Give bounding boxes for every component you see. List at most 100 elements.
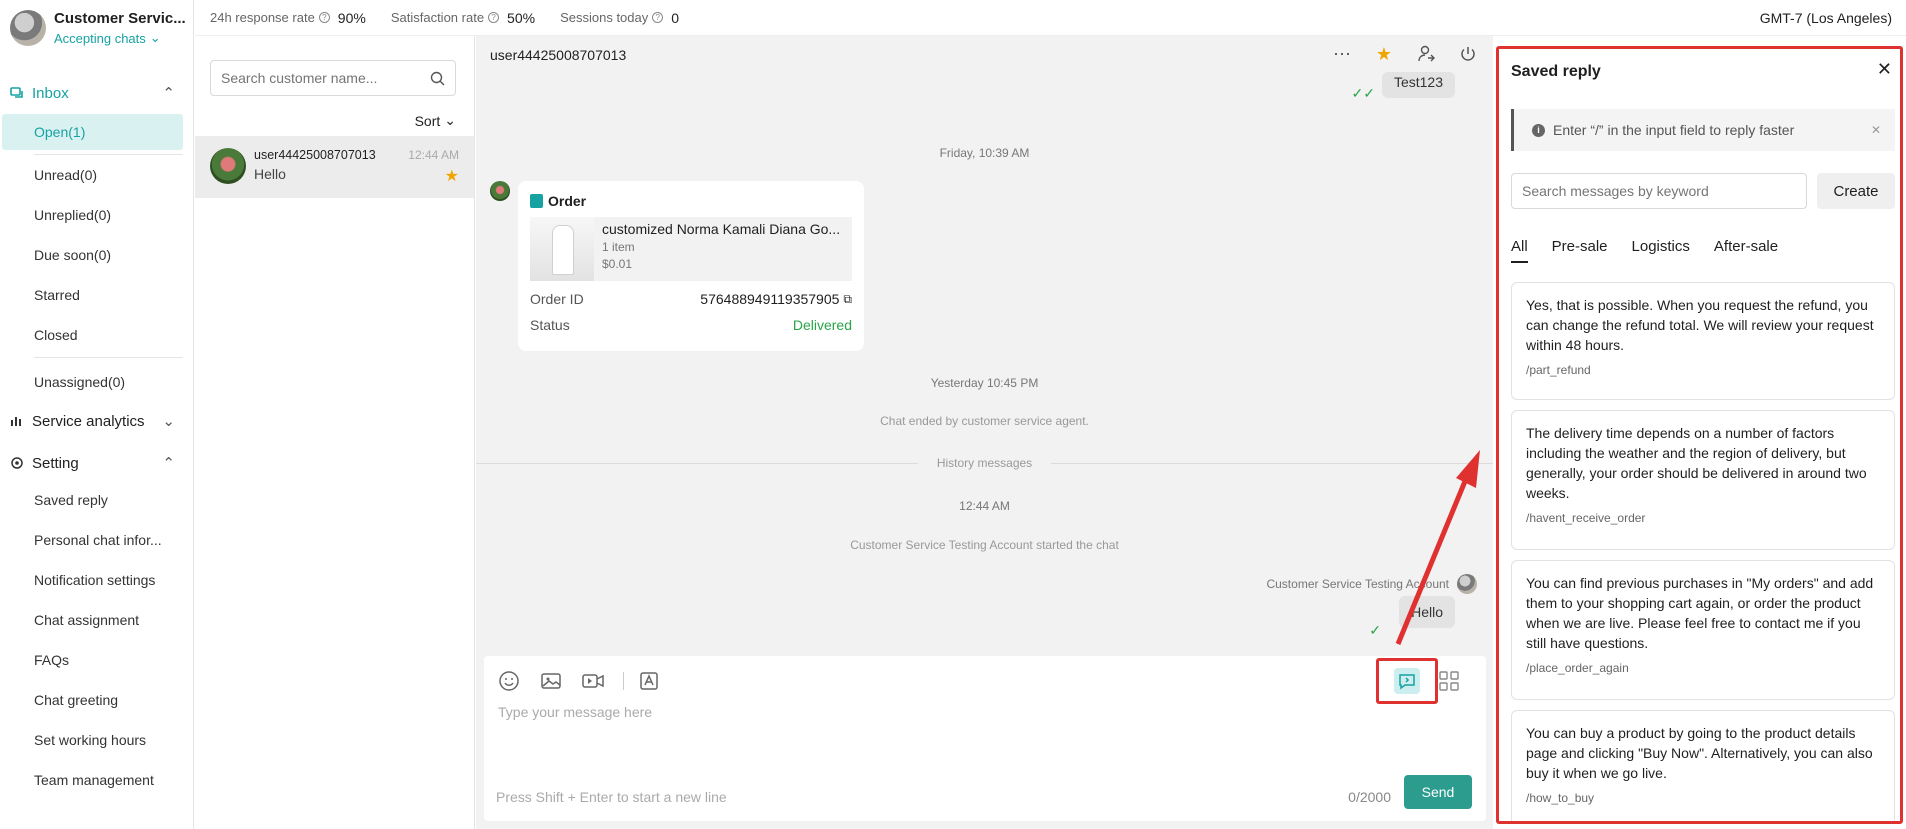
create-button[interactable]: Create: [1817, 173, 1895, 209]
nav-item-unread[interactable]: Unread(0): [0, 155, 193, 195]
send-button[interactable]: Send: [1404, 775, 1472, 809]
nav-item-faqs[interactable]: FAQs: [0, 640, 193, 680]
conversation-item[interactable]: user44425008707013 12:44 AM Hello ★: [195, 136, 474, 198]
metric-value: 50%: [507, 9, 536, 26]
nav-item-chat-greeting[interactable]: Chat greeting: [0, 680, 193, 720]
message-bubble: Hello: [1399, 596, 1455, 628]
video-icon[interactable]: [580, 668, 606, 694]
star-icon: ★: [444, 168, 459, 185]
tab-after-sale[interactable]: After-sale: [1714, 238, 1778, 263]
transfer-user-icon[interactable]: [1415, 43, 1437, 65]
chevron-up-icon: ⌃: [162, 85, 175, 102]
top-bar: 24h response rate ? 90% Satisfaction rat…: [195, 0, 1906, 36]
product-name: customized Norma Kamali Diana Go...: [602, 221, 841, 237]
nav-item-closed[interactable]: Closed: [0, 315, 193, 355]
nav-service-analytics[interactable]: Service analytics ⌄: [0, 404, 193, 438]
emoji-icon[interactable]: [496, 668, 522, 694]
customer-search-input[interactable]: [221, 70, 411, 86]
divider: [34, 357, 183, 358]
gear-icon: [11, 457, 23, 469]
nav-item-open[interactable]: Open(1): [2, 114, 183, 150]
nav-analytics-label: Service analytics: [32, 412, 145, 430]
analytics-icon: [11, 417, 21, 426]
saved-reply-search-input[interactable]: [1511, 173, 1807, 209]
avatar: [10, 10, 46, 46]
more-icon[interactable]: ⋯: [1331, 43, 1353, 65]
status-label: Status: [530, 317, 570, 333]
nav-item-unassigned[interactable]: Unassigned(0): [0, 362, 193, 402]
reply-shortcut: /part_refund: [1526, 363, 1591, 377]
reply-card[interactable]: Yes, that is possible. When you request …: [1511, 282, 1895, 400]
message-composer: Type your message here Press Shift + Ent…: [484, 656, 1486, 821]
reply-shortcut: /place_order_again: [1526, 661, 1629, 675]
profile[interactable]: Customer Servic... Accepting chats ⌄: [0, 0, 193, 56]
reply-list: Yes, that is possible. When you request …: [1511, 282, 1895, 821]
nav-item-starred[interactable]: Starred: [0, 275, 193, 315]
help-icon[interactable]: ?: [652, 12, 664, 23]
message-input[interactable]: Type your message here: [498, 704, 652, 720]
nav-item-team-management[interactable]: Team management: [0, 760, 193, 800]
tab-logistics[interactable]: Logistics: [1632, 238, 1690, 263]
conversation-name: user44425008707013: [254, 148, 376, 162]
metric-value: 90%: [337, 9, 366, 26]
metric-label: Sessions today: [560, 10, 649, 25]
reply-card[interactable]: You can buy a product by going to the pr…: [1511, 710, 1895, 821]
reply-shortcut: /how_to_buy: [1526, 791, 1595, 805]
search-icon[interactable]: [430, 71, 445, 86]
reply-card[interactable]: The delivery time depends on a number of…: [1511, 410, 1895, 550]
metric-satisfaction-rate: Satisfaction rate ? 50%: [391, 10, 535, 26]
nav-inbox[interactable]: Inbox ⌃: [0, 76, 193, 110]
order-title: Order: [548, 193, 587, 209]
timestamp: Yesterday 10:45 PM: [930, 376, 1039, 390]
tab-all[interactable]: All: [1511, 238, 1528, 263]
close-icon[interactable]: ✕: [1871, 123, 1881, 137]
reply-text: You can buy a product by going to the pr…: [1526, 725, 1873, 781]
product-price: $0.01: [602, 257, 633, 271]
translate-icon[interactable]: [636, 668, 662, 694]
help-icon[interactable]: ?: [488, 12, 500, 23]
status-label: Accepting chats: [54, 30, 146, 46]
close-icon[interactable]: ✕: [1877, 59, 1892, 80]
star-icon[interactable]: ★: [1373, 43, 1395, 65]
nav-item-working-hours[interactable]: Set working hours: [0, 720, 193, 760]
nav-setting[interactable]: Setting ⌃: [0, 446, 193, 480]
nav-item-unreplied[interactable]: Unreplied(0): [0, 195, 193, 235]
nav-item-saved-reply[interactable]: Saved reply: [0, 480, 193, 520]
help-icon[interactable]: ?: [318, 12, 330, 23]
nav-setting-label: Setting: [32, 454, 79, 472]
conversation-preview: Hello: [254, 166, 286, 182]
nav-item-due-soon[interactable]: Due soon(0): [0, 235, 193, 275]
sort-dropdown[interactable]: Sort ⌄: [195, 112, 474, 129]
sender-row: Customer Service Testing Account: [1266, 574, 1477, 594]
conversation-time: 12:44 AM: [408, 148, 459, 162]
chat-header: user44425008707013 ⋯ ★: [476, 36, 1493, 72]
nav-item-personal-chat-info[interactable]: Personal chat infor...: [0, 520, 193, 560]
left-sidebar: Customer Servic... Accepting chats ⌄ Inb…: [0, 0, 194, 829]
system-message: Chat ended by customer service agent.: [880, 414, 1089, 428]
profile-name: Customer Servic...: [54, 10, 186, 27]
nav-item-chat-assignment[interactable]: Chat assignment: [0, 600, 193, 640]
product-row[interactable]: customized Norma Kamali Diana Go... 1 it…: [530, 217, 852, 281]
nav-inbox-label: Inbox: [32, 84, 69, 102]
apps-grid-icon[interactable]: [1436, 668, 1462, 694]
reply-card[interactable]: You can find previous purchases in "My o…: [1511, 560, 1895, 700]
toolbar-divider: [623, 672, 624, 690]
power-icon[interactable]: [1457, 43, 1479, 65]
system-message: Customer Service Testing Account started…: [850, 538, 1119, 552]
status-selector[interactable]: Accepting chats ⌄: [54, 30, 186, 46]
chevron-up-icon: ⌃: [162, 455, 175, 472]
image-icon[interactable]: [538, 668, 564, 694]
order-card[interactable]: Order customized Norma Kamali Diana Go..…: [518, 181, 864, 351]
reply-tabs: All Pre-sale Logistics After-sale: [1511, 238, 1778, 263]
panel-title: Saved reply: [1511, 63, 1601, 80]
nav-item-notification-settings[interactable]: Notification settings: [0, 560, 193, 600]
avatar: [490, 181, 510, 201]
chevron-down-icon: ⌄: [162, 413, 175, 430]
tab-pre-sale[interactable]: Pre-sale: [1552, 238, 1608, 263]
sent-check-icon: ✓: [1369, 622, 1381, 638]
reply-text: You can find previous purchases in "My o…: [1526, 575, 1874, 651]
customer-search[interactable]: [210, 60, 456, 96]
tip-text: Enter “/” in the input field to reply fa…: [1553, 122, 1795, 138]
product-image: [530, 217, 594, 281]
copy-icon[interactable]: ⧉: [843, 292, 852, 307]
